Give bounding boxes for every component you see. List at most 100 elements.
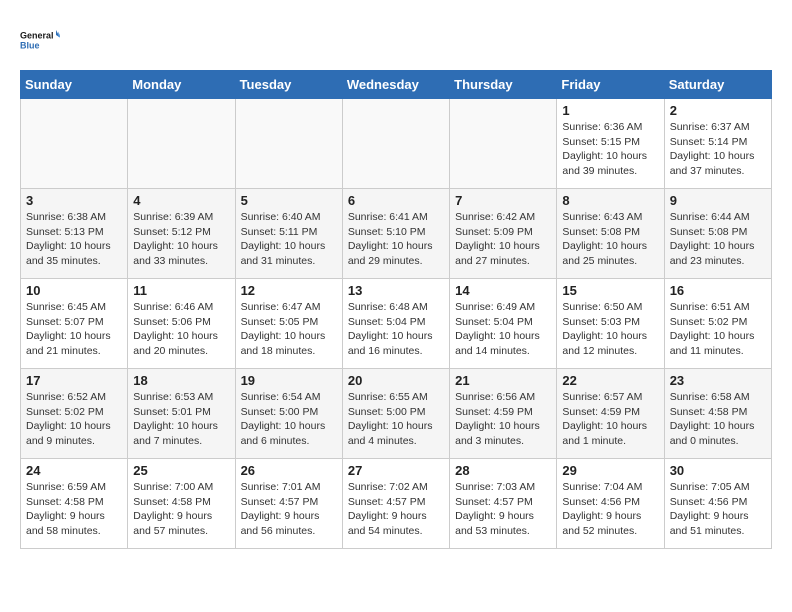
calendar-cell: 15 Sunrise: 6:50 AM Sunset: 5:03 PM Dayli… [557,279,664,369]
logo: General Blue [20,20,60,60]
day-number: 2 [670,103,766,118]
day-info: Sunrise: 7:02 AM Sunset: 4:57 PM Dayligh… [348,480,444,539]
calendar-cell [342,99,449,189]
calendar-cell: 23 Sunrise: 6:58 AM Sunset: 4:58 PM Dayli… [664,369,771,459]
day-number: 26 [241,463,337,478]
day-number: 27 [348,463,444,478]
day-info: Sunrise: 6:56 AM Sunset: 4:59 PM Dayligh… [455,390,551,449]
calendar-table: SundayMondayTuesdayWednesdayThursdayFrid… [20,70,772,549]
calendar-cell: 20 Sunrise: 6:55 AM Sunset: 5:00 PM Dayli… [342,369,449,459]
header-cell-tuesday: Tuesday [235,71,342,99]
calendar-cell: 21 Sunrise: 6:56 AM Sunset: 4:59 PM Dayli… [450,369,557,459]
day-number: 6 [348,193,444,208]
calendar-cell [21,99,128,189]
calendar-cell: 29 Sunrise: 7:04 AM Sunset: 4:56 PM Dayli… [557,459,664,549]
week-row-5: 24 Sunrise: 6:59 AM Sunset: 4:58 PM Dayli… [21,459,772,549]
day-info: Sunrise: 7:00 AM Sunset: 4:58 PM Dayligh… [133,480,229,539]
header-cell-monday: Monday [128,71,235,99]
calendar-cell: 18Sunrise: 6:53 AM Sunset: 5:01 PM Dayli… [128,369,235,459]
day-info: Sunrise: 6:38 AM Sunset: 5:13 PM Dayligh… [26,210,122,269]
day-info: Sunrise: 6:47 AM Sunset: 5:05 PM Dayligh… [241,300,337,359]
calendar-cell: 10Sunrise: 6:45 AM Sunset: 5:07 PM Dayli… [21,279,128,369]
day-info: Sunrise: 6:57 AM Sunset: 4:59 PM Dayligh… [562,390,658,449]
calendar-cell: 6 Sunrise: 6:41 AM Sunset: 5:10 PM Daylig… [342,189,449,279]
calendar-cell: 11 Sunrise: 6:46 AM Sunset: 5:06 PM Dayli… [128,279,235,369]
day-info: Sunrise: 6:52 AM Sunset: 5:02 PM Dayligh… [26,390,122,449]
day-number: 24 [26,463,122,478]
day-info: Sunrise: 6:43 AM Sunset: 5:08 PM Dayligh… [562,210,658,269]
day-number: 22 [562,373,658,388]
day-number: 11 [133,283,229,298]
calendar-cell: 8 Sunrise: 6:43 AM Sunset: 5:08 PM Daylig… [557,189,664,279]
day-number: 9 [670,193,766,208]
calendar-cell: 5 Sunrise: 6:40 AM Sunset: 5:11 PM Daylig… [235,189,342,279]
day-number: 21 [455,373,551,388]
calendar-cell: 9Sunrise: 6:44 AM Sunset: 5:08 PM Daylig… [664,189,771,279]
day-info: Sunrise: 7:05 AM Sunset: 4:56 PM Dayligh… [670,480,766,539]
calendar-cell: 19 Sunrise: 6:54 AM Sunset: 5:00 PM Dayli… [235,369,342,459]
logo-svg: General Blue [20,20,60,60]
day-info: Sunrise: 6:39 AM Sunset: 5:12 PM Dayligh… [133,210,229,269]
day-number: 3 [26,193,122,208]
day-info: Sunrise: 6:54 AM Sunset: 5:00 PM Dayligh… [241,390,337,449]
day-number: 25 [133,463,229,478]
header: General Blue [20,20,772,60]
day-number: 15 [562,283,658,298]
week-row-3: 10Sunrise: 6:45 AM Sunset: 5:07 PM Dayli… [21,279,772,369]
calendar-cell [450,99,557,189]
day-info: Sunrise: 6:42 AM Sunset: 5:09 PM Dayligh… [455,210,551,269]
calendar-cell [128,99,235,189]
day-info: Sunrise: 6:59 AM Sunset: 4:58 PM Dayligh… [26,480,122,539]
header-row: SundayMondayTuesdayWednesdayThursdayFrid… [21,71,772,99]
day-info: Sunrise: 6:40 AM Sunset: 5:11 PM Dayligh… [241,210,337,269]
day-info: Sunrise: 6:53 AM Sunset: 5:01 PM Dayligh… [133,390,229,449]
day-number: 4 [133,193,229,208]
calendar-cell: 25 Sunrise: 7:00 AM Sunset: 4:58 PM Dayli… [128,459,235,549]
day-number: 29 [562,463,658,478]
calendar-cell: 13 Sunrise: 6:48 AM Sunset: 5:04 PM Dayli… [342,279,449,369]
day-info: Sunrise: 6:37 AM Sunset: 5:14 PM Dayligh… [670,120,766,179]
calendar-cell [235,99,342,189]
day-info: Sunrise: 6:41 AM Sunset: 5:10 PM Dayligh… [348,210,444,269]
day-number: 7 [455,193,551,208]
day-number: 16 [670,283,766,298]
day-number: 19 [241,373,337,388]
header-cell-wednesday: Wednesday [342,71,449,99]
day-number: 23 [670,373,766,388]
calendar-cell: 3 Sunrise: 6:38 AM Sunset: 5:13 PM Daylig… [21,189,128,279]
day-number: 20 [348,373,444,388]
day-info: Sunrise: 6:46 AM Sunset: 5:06 PM Dayligh… [133,300,229,359]
day-info: Sunrise: 6:55 AM Sunset: 5:00 PM Dayligh… [348,390,444,449]
calendar-cell: 1 Sunrise: 6:36 AM Sunset: 5:15 PM Daylig… [557,99,664,189]
day-info: Sunrise: 6:58 AM Sunset: 4:58 PM Dayligh… [670,390,766,449]
calendar-cell: 16 Sunrise: 6:51 AM Sunset: 5:02 PM Dayli… [664,279,771,369]
calendar-cell: 28Sunrise: 7:03 AM Sunset: 4:57 PM Dayli… [450,459,557,549]
day-info: Sunrise: 7:04 AM Sunset: 4:56 PM Dayligh… [562,480,658,539]
day-info: Sunrise: 6:36 AM Sunset: 5:15 PM Dayligh… [562,120,658,179]
header-cell-thursday: Thursday [450,71,557,99]
day-number: 30 [670,463,766,478]
calendar-cell: 14Sunrise: 6:49 AM Sunset: 5:04 PM Dayli… [450,279,557,369]
week-row-4: 17Sunrise: 6:52 AM Sunset: 5:02 PM Dayli… [21,369,772,459]
calendar-cell: 7 Sunrise: 6:42 AM Sunset: 5:09 PM Daylig… [450,189,557,279]
day-info: Sunrise: 6:49 AM Sunset: 5:04 PM Dayligh… [455,300,551,359]
day-number: 5 [241,193,337,208]
calendar-cell: 17Sunrise: 6:52 AM Sunset: 5:02 PM Dayli… [21,369,128,459]
calendar-cell: 30 Sunrise: 7:05 AM Sunset: 4:56 PM Dayli… [664,459,771,549]
header-cell-saturday: Saturday [664,71,771,99]
day-number: 12 [241,283,337,298]
svg-text:Blue: Blue [20,41,40,51]
day-number: 8 [562,193,658,208]
calendar-cell: 24 Sunrise: 6:59 AM Sunset: 4:58 PM Dayli… [21,459,128,549]
day-info: Sunrise: 6:51 AM Sunset: 5:02 PM Dayligh… [670,300,766,359]
calendar-cell: 4 Sunrise: 6:39 AM Sunset: 5:12 PM Daylig… [128,189,235,279]
calendar-cell: 12 Sunrise: 6:47 AM Sunset: 5:05 PM Dayli… [235,279,342,369]
day-number: 13 [348,283,444,298]
day-number: 1 [562,103,658,118]
day-info: Sunrise: 6:45 AM Sunset: 5:07 PM Dayligh… [26,300,122,359]
day-info: Sunrise: 6:50 AM Sunset: 5:03 PM Dayligh… [562,300,658,359]
calendar-cell: 22 Sunrise: 6:57 AM Sunset: 4:59 PM Dayli… [557,369,664,459]
header-cell-friday: Friday [557,71,664,99]
calendar-cell: 27 Sunrise: 7:02 AM Sunset: 4:57 PM Dayli… [342,459,449,549]
day-info: Sunrise: 6:48 AM Sunset: 5:04 PM Dayligh… [348,300,444,359]
